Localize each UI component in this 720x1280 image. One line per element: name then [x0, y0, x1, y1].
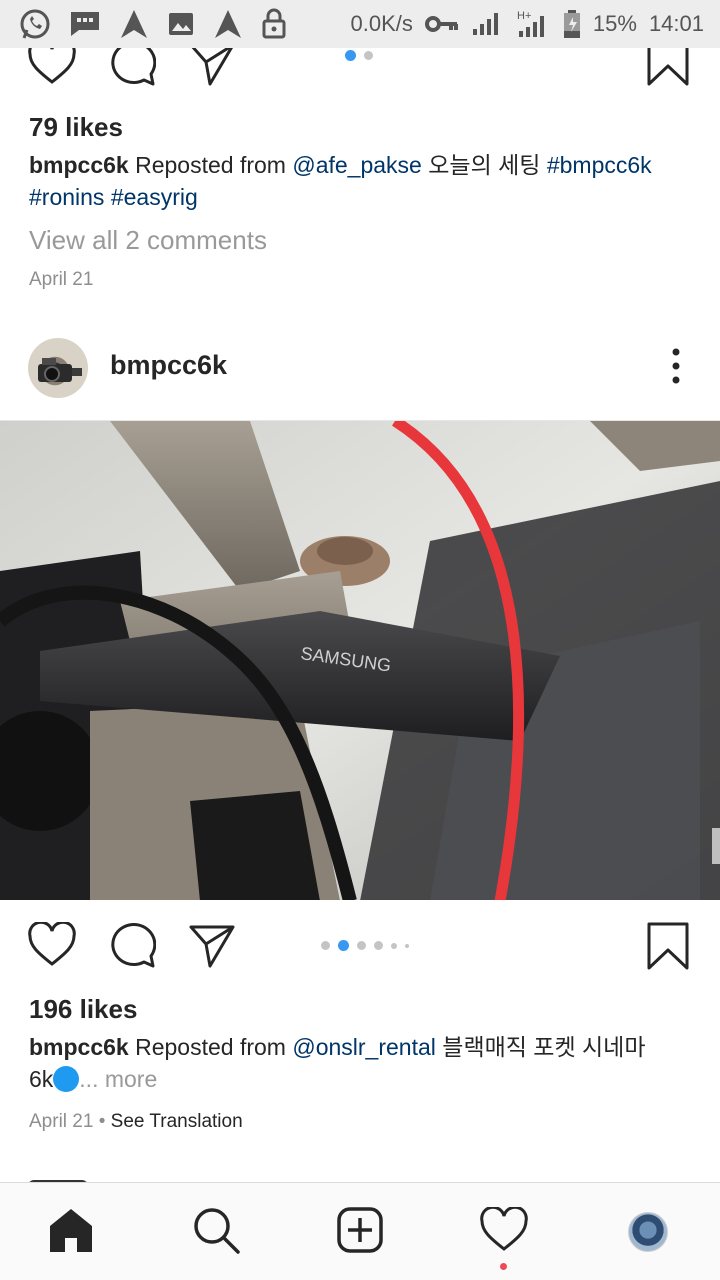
search-icon — [192, 1206, 240, 1259]
battery-icon — [563, 9, 581, 39]
nav-search[interactable] — [191, 1207, 241, 1257]
status-system: 0.0K/s H+ 15% 14:01 — [351, 9, 704, 39]
nav-new-post[interactable] — [335, 1206, 385, 1259]
likes-count[interactable]: 79 likes — [29, 112, 123, 143]
whatsapp-icon — [18, 7, 52, 41]
svg-text:H+: H+ — [517, 10, 531, 22]
post-date-row: April 21 • See Translation — [29, 1111, 243, 1133]
share-icon[interactable] — [188, 48, 236, 91]
caption-mention[interactable]: @afe_pakse — [292, 152, 422, 178]
post-caption: bmpcc6k Reposted from @onslr_rental 블랙매직… — [29, 1031, 669, 1095]
image-icon — [166, 9, 196, 39]
carousel-dot — [405, 943, 409, 948]
status-bar: 0.0K/s H+ 15% 14:01 — [0, 0, 720, 48]
lock-icon — [260, 8, 288, 40]
nav-home[interactable] — [46, 1207, 96, 1257]
caption-body-cont: 6k — [29, 1066, 54, 1092]
caption-mention[interactable]: @onslr_rental — [292, 1034, 436, 1060]
hplus-signal-icon: H+ — [515, 9, 551, 39]
post-date: April 21 — [29, 1111, 94, 1132]
carousel-dot — [357, 941, 366, 950]
caption-text: Reposted from — [135, 1034, 286, 1060]
signal-icon — [471, 11, 503, 37]
carousel-dot — [321, 941, 330, 950]
carousel-dot — [364, 51, 373, 60]
key-icon — [424, 14, 459, 34]
navigation-icon — [212, 8, 244, 40]
profile-avatar — [628, 1212, 668, 1252]
avatar[interactable] — [28, 338, 88, 398]
caption-hashtag[interactable]: #easyrig — [111, 184, 198, 210]
caption-hashtag[interactable]: #bmpcc6k — [547, 152, 652, 178]
home-icon — [47, 1206, 95, 1259]
blue-circle-emoji — [53, 1066, 80, 1092]
carousel-indicator — [321, 940, 409, 951]
post-image[interactable]: SAMSUNG — [0, 420, 720, 900]
carousel-dot — [345, 50, 356, 61]
scrollbar-thumb[interactable] — [712, 828, 720, 864]
share-icon[interactable] — [188, 922, 236, 973]
see-translation-link[interactable]: See Translation — [111, 1111, 243, 1132]
carousel-indicator — [345, 50, 373, 61]
caption-text: Reposted from — [135, 152, 286, 178]
like-icon[interactable] — [28, 920, 76, 973]
comment-icon[interactable] — [108, 48, 157, 91]
clock: 14:01 — [648, 11, 704, 36]
navigation-icon — [118, 8, 150, 40]
caption-body: 블랙매직 포켓 시네마 — [442, 1034, 646, 1060]
new-post-icon — [336, 1206, 384, 1259]
like-icon[interactable] — [28, 48, 76, 91]
network-speed: 0.0K/s — [350, 11, 413, 36]
more-options-icon[interactable] — [670, 346, 682, 391]
view-comments-link[interactable]: View all 2 comments — [29, 225, 267, 256]
nav-profile[interactable] — [623, 1207, 673, 1257]
carousel-dot — [391, 942, 397, 949]
carousel-dot — [374, 941, 383, 950]
caption-username[interactable]: bmpcc6k — [29, 152, 129, 178]
bottom-navigation — [0, 1182, 720, 1280]
feed[interactable]: 79 likes bmpcc6k Reposted from @afe_paks… — [0, 48, 720, 1182]
caption-username[interactable]: bmpcc6k — [29, 1034, 129, 1060]
post-actions — [0, 920, 720, 982]
caption-more-link[interactable]: ... more — [79, 1066, 157, 1092]
bookmark-icon[interactable] — [646, 48, 690, 91]
carousel-dot — [338, 940, 349, 951]
bookmark-icon[interactable] — [646, 922, 690, 975]
date-separator: • — [98, 1111, 106, 1132]
post-caption: bmpcc6k Reposted from @afe_pakse 오늘의 세팅 … — [29, 149, 669, 213]
message-icon — [68, 9, 102, 39]
previous-post-actions — [0, 48, 720, 100]
comment-icon[interactable] — [108, 922, 157, 973]
nav-activity[interactable] — [479, 1205, 529, 1258]
post-header: bmpcc6k — [0, 328, 720, 408]
activity-icon — [480, 1205, 528, 1258]
status-notifications — [18, 7, 288, 41]
caption-body: 오늘의 세팅 — [428, 152, 541, 178]
caption-hashtag[interactable]: #ronins — [29, 184, 104, 210]
likes-count[interactable]: 196 likes — [29, 994, 137, 1025]
activity-notification-dot — [500, 1263, 507, 1270]
battery-percent: 15% — [592, 11, 637, 36]
camera-rig-photo: SAMSUNG — [0, 421, 720, 900]
post-date: April 21 — [29, 269, 94, 290]
post-username[interactable]: bmpcc6k — [110, 350, 227, 381]
